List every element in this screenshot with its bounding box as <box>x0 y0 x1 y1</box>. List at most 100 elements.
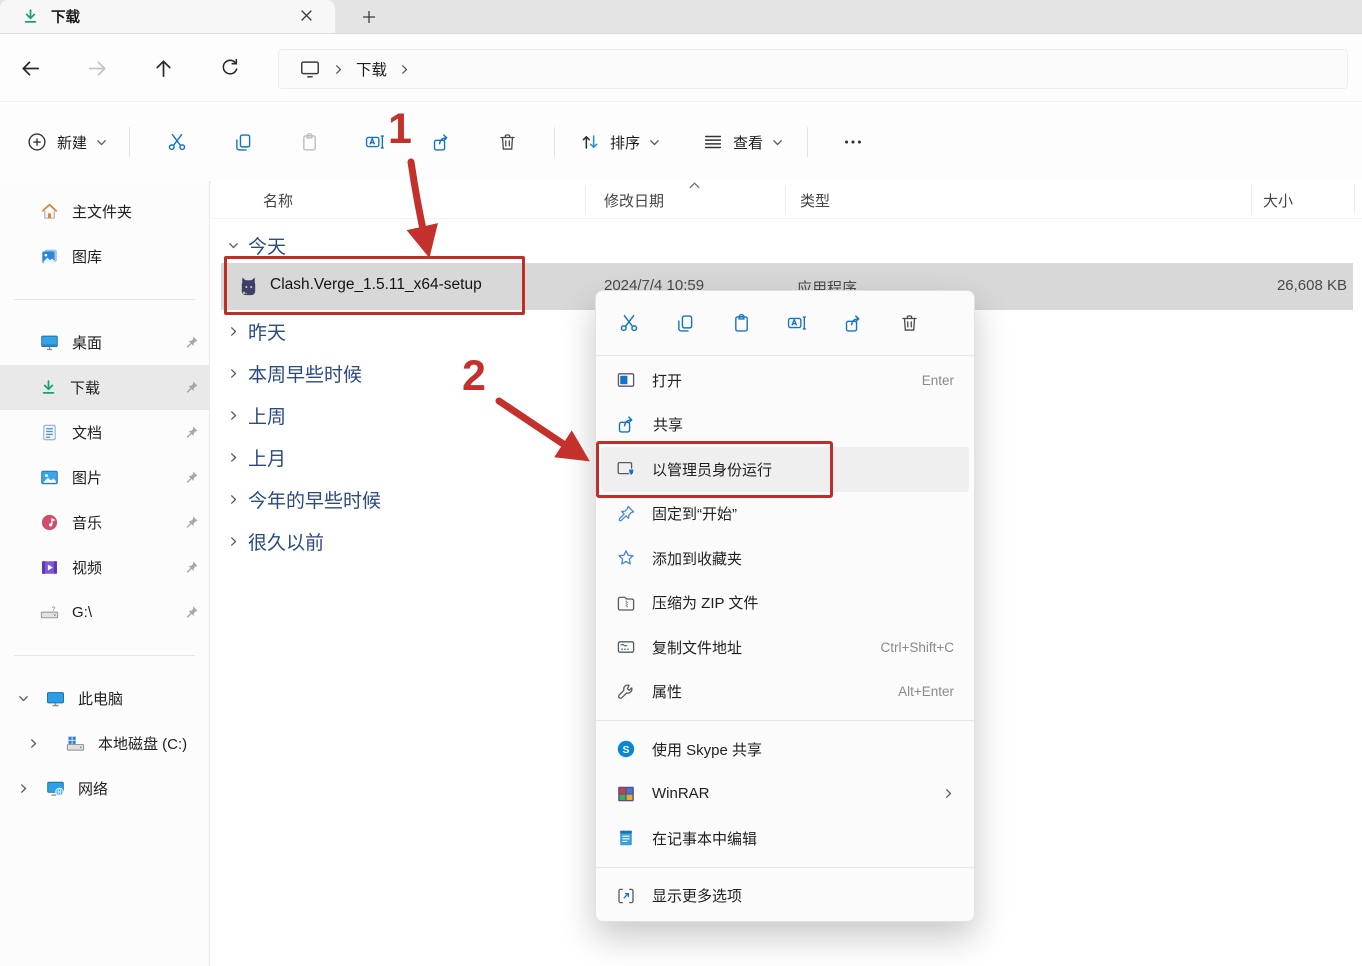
menu-item-copy-path[interactable]: 复制文件地址Ctrl+Shift+C <box>601 625 969 670</box>
menu-item-share[interactable]: 共享 <box>601 403 969 448</box>
sidebar-item-music[interactable]: 音乐 <box>0 500 209 545</box>
share-icon <box>616 414 637 435</box>
sidebar-item-label: 此电脑 <box>78 688 123 709</box>
share-icon <box>843 313 864 334</box>
menu-item-run-as-admin[interactable]: 以管理员身份运行 <box>601 447 969 492</box>
sidebar-item-pictures[interactable]: 图片 <box>0 455 209 500</box>
share-button[interactable] <box>420 122 462 162</box>
column-size[interactable]: 大小 <box>1263 190 1293 211</box>
sidebar: 主文件夹图库桌面下载文档图片音乐视频?G:\ 此电脑本地磁盘 (C:)网络 <box>0 181 210 966</box>
menu-share-button[interactable] <box>833 304 873 342</box>
menu-item-show-more-options[interactable]: 显示更多选项 <box>601 874 969 919</box>
sidebar-item-computer[interactable]: 此电脑 <box>0 676 209 721</box>
sidebar-item-document[interactable]: 文档 <box>0 410 209 455</box>
menu-item-winrar[interactable]: WinRAR <box>601 772 969 817</box>
back-button[interactable] <box>13 51 47 85</box>
skype-icon: S <box>616 739 636 759</box>
sidebar-item-label: G:\ <box>72 604 92 621</box>
new-tab-button[interactable] <box>355 4 383 30</box>
delete-button[interactable] <box>486 122 528 162</box>
sidebar-item-label: 桌面 <box>72 332 102 353</box>
menu-item-label: WinRAR <box>652 785 710 802</box>
menu-item-open[interactable]: 打开Enter <box>601 358 969 403</box>
menu-divider <box>596 720 974 721</box>
menu-delete-button[interactable] <box>889 304 929 342</box>
pictures-icon <box>40 468 59 487</box>
menu-item-compress-zip[interactable]: 压缩为 ZIP 文件 <box>601 581 969 626</box>
open-icon <box>616 370 636 390</box>
sidebar-item-home[interactable]: 主文件夹 <box>0 189 209 234</box>
menu-item-label: 以管理员身份运行 <box>652 459 772 480</box>
this-pc-monitor-icon[interactable] <box>299 58 321 80</box>
group-label: 本周早些时候 <box>248 360 362 387</box>
toolbar-divider <box>129 127 130 157</box>
chevron-right-icon <box>228 494 239 505</box>
chevron-down-icon <box>649 137 660 148</box>
pin-icon <box>184 335 199 350</box>
chevron-right-icon <box>228 536 239 547</box>
sidebar-item-disk[interactable]: 本地磁盘 (C:) <box>0 721 209 766</box>
sidebar-item-label: 图片 <box>72 467 102 488</box>
group-label: 上月 <box>248 444 286 471</box>
column-type[interactable]: 类型 <box>800 190 830 211</box>
delete-icon <box>899 313 920 334</box>
sidebar-item-drive[interactable]: ?G:\ <box>0 590 209 635</box>
chevron-down-icon <box>228 240 239 251</box>
share-icon <box>431 132 452 153</box>
menu-item-label: 压缩为 ZIP 文件 <box>652 592 758 613</box>
sidebar-item-videos[interactable]: 视频 <box>0 545 209 590</box>
rename-button[interactable] <box>354 122 396 162</box>
winrar-icon <box>616 784 636 804</box>
network-icon <box>46 779 65 798</box>
sidebar-item-download[interactable]: 下载 <box>0 365 209 410</box>
menu-item-pin-to-start[interactable]: 固定到“开始” <box>601 492 969 537</box>
view-button[interactable]: 查看 <box>692 125 793 159</box>
column-name[interactable]: 名称 <box>263 190 293 211</box>
file-group[interactable]: 今天 <box>211 227 1362 263</box>
toolbar-divider <box>554 127 555 157</box>
sidebar-item-network[interactable]: 网络 <box>0 766 209 811</box>
menu-item-properties[interactable]: 属性Alt+Enter <box>601 670 969 715</box>
menu-cut-button[interactable] <box>609 304 649 342</box>
chevron-down-icon <box>772 137 783 148</box>
notepad-icon <box>616 828 636 848</box>
chevron-right-icon <box>16 783 30 794</box>
sort-button-label: 排序 <box>610 132 640 153</box>
breadcrumb-downloads[interactable]: 下载 <box>356 58 387 80</box>
menu-paste-button[interactable] <box>721 304 761 342</box>
group-label: 很久以前 <box>248 528 324 555</box>
copy-button[interactable] <box>222 122 264 162</box>
chevron-right-icon <box>26 738 40 749</box>
menu-item-label: 显示更多选项 <box>652 885 742 906</box>
copy-icon <box>233 132 254 153</box>
more-options-button[interactable] <box>832 122 874 162</box>
sidebar-divider <box>14 299 195 300</box>
sort-button[interactable]: 排序 <box>569 125 670 159</box>
forward-button[interactable] <box>80 51 114 85</box>
new-plus-icon <box>26 131 48 153</box>
command-toolbar: 新建 排序 查看 <box>0 101 1362 183</box>
sidebar-item-gallery[interactable]: 图库 <box>0 234 209 279</box>
chevron-right-icon <box>399 64 410 75</box>
menu-rename-button[interactable] <box>777 304 817 342</box>
new-button[interactable]: 新建 <box>18 125 115 159</box>
column-date-modified[interactable]: 修改日期 <box>604 190 664 211</box>
sidebar-item-desktop[interactable]: 桌面 <box>0 320 209 365</box>
tab-downloads[interactable]: 下载 <box>0 0 335 33</box>
view-icon <box>702 131 724 153</box>
refresh-button[interactable] <box>213 51 247 85</box>
run-as-admin-icon <box>616 459 636 479</box>
menu-copy-button[interactable] <box>665 304 705 342</box>
paste-button[interactable] <box>288 122 330 162</box>
cut-icon <box>618 312 640 334</box>
menu-item-share-skype[interactable]: S使用 Skype 共享 <box>601 727 969 772</box>
disk-icon <box>66 734 85 753</box>
breadcrumb[interactable]: 下载 <box>278 49 1348 89</box>
menu-item-add-favorites[interactable]: 添加到收藏夹 <box>601 536 969 581</box>
close-icon[interactable] <box>300 9 313 22</box>
pin-icon <box>184 605 199 620</box>
menu-divider <box>596 867 974 868</box>
cut-button[interactable] <box>156 122 198 162</box>
up-button[interactable] <box>146 51 180 85</box>
menu-item-edit-notepad[interactable]: 在记事本中编辑 <box>601 816 969 861</box>
